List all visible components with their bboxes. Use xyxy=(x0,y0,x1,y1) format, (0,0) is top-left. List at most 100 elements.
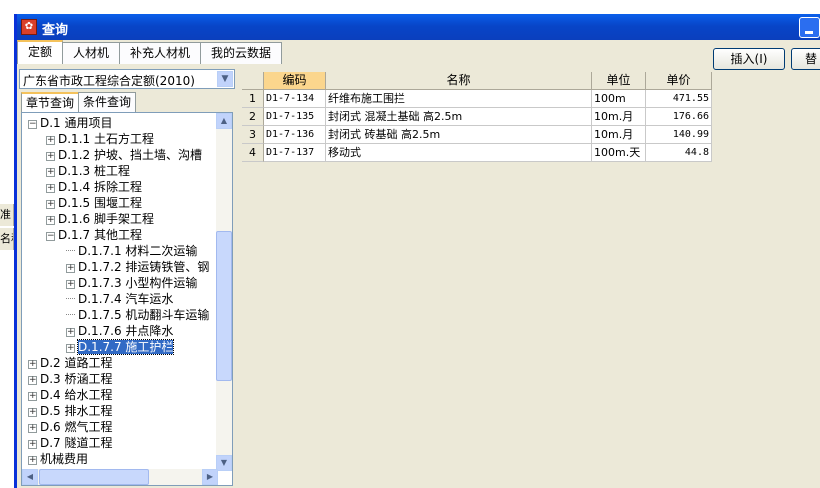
tree-item-label[interactable]: D.1.7.4 汽车运水 xyxy=(78,292,173,306)
quota-library-select[interactable]: 广东省市政工程综合定额(2010) ▼ xyxy=(19,69,235,89)
tree-item-label[interactable]: D.1.7.3 小型构件运输 xyxy=(78,276,197,290)
cell-unit[interactable]: 100m.天 xyxy=(592,144,646,162)
tree-item[interactable]: + 机械费用 xyxy=(28,451,88,467)
tree-item[interactable]: + D.1.7.7 施工护栏 xyxy=(66,339,175,355)
tree-item-label[interactable]: D.1.7.2 排运铸铁管、钢 xyxy=(78,260,209,274)
tree-item-label[interactable]: D.1.2 护坡、挡土墙、沟槽 xyxy=(58,148,202,162)
tree-vertical-scrollbar[interactable]: ▲ ▼ xyxy=(216,113,232,471)
tree-item[interactable]: − D.1.7 其他工程 xyxy=(46,227,142,243)
tree-item[interactable]: + D.1.7.2 排运铸铁管、钢 xyxy=(66,259,209,275)
tab-my-cloud-data[interactable]: 我的云数据 xyxy=(200,42,283,64)
tree-item-label[interactable]: D.1.3 桩工程 xyxy=(58,164,130,178)
cell-name[interactable]: 封闭式 混凝土基础 高2.5m xyxy=(326,108,592,126)
tree-item[interactable]: + D.2 道路工程 xyxy=(28,355,113,371)
tree-item[interactable]: − D.1 通用项目 xyxy=(28,115,113,131)
tree-item[interactable]: + D.6 燃气工程 xyxy=(28,419,113,435)
tree-item-label[interactable]: D.1.5 围堰工程 xyxy=(58,196,142,210)
cell-code[interactable]: D1-7-134 xyxy=(264,90,326,108)
table-row[interactable]: 4 D1-7-137 移动式 100m.天 44.8 xyxy=(242,144,712,162)
tree-item-label[interactable]: D.1.1 土石方工程 xyxy=(58,132,154,146)
scroll-thumb[interactable] xyxy=(216,231,232,381)
expand-icon[interactable]: + xyxy=(28,392,37,401)
tree-horizontal-scrollbar[interactable]: ◀ ▶ xyxy=(22,469,218,485)
minimize-button[interactable] xyxy=(799,17,820,38)
expand-icon[interactable]: + xyxy=(66,328,75,337)
tree-item[interactable]: + D.1.4 拆除工程 xyxy=(46,179,142,195)
row-number[interactable]: 3 xyxy=(242,126,264,144)
cell-unit[interactable]: 10m.月 xyxy=(592,126,646,144)
tree-item[interactable]: + D.1.2 护坡、挡土墙、沟槽 xyxy=(46,147,202,163)
expand-icon[interactable]: + xyxy=(28,440,37,449)
expand-icon[interactable]: + xyxy=(46,184,55,193)
cell-code[interactable]: D1-7-135 xyxy=(264,108,326,126)
chevron-down-icon[interactable]: ▼ xyxy=(217,71,233,87)
tree-item[interactable]: + D.1.6 脚手架工程 xyxy=(46,211,154,227)
row-number[interactable]: 1 xyxy=(242,90,264,108)
table-row[interactable]: 1 D1-7-134 纤维布施工围拦 100m 471.55 xyxy=(242,90,712,108)
chapter-tree[interactable]: − D.1 通用项目 + D.1.1 土石方工程 + D.1.2 护坡、挡土墙、沟槽 + D.… xyxy=(21,112,233,486)
expand-icon[interactable]: + xyxy=(28,456,37,465)
expand-icon[interactable]: + xyxy=(66,280,75,289)
tree-item-label[interactable]: D.1 通用项目 xyxy=(40,116,113,130)
table-row[interactable]: 2 D1-7-135 封闭式 混凝土基础 高2.5m 10m.月 176.66 xyxy=(242,108,712,126)
tree-item[interactable]: D.1.7.5 机动翻斗车运输 xyxy=(66,307,209,323)
row-number[interactable]: 2 xyxy=(242,108,264,126)
collapse-icon[interactable]: − xyxy=(46,232,55,241)
cell-price[interactable]: 140.99 xyxy=(646,126,712,144)
tree-item[interactable]: + D.1.7.6 井点降水 xyxy=(66,323,173,339)
tree-item-label[interactable]: D.1.6 脚手架工程 xyxy=(58,212,154,226)
tree-item[interactable]: + D.5 排水工程 xyxy=(28,403,113,419)
expand-icon[interactable]: + xyxy=(28,424,37,433)
expand-icon[interactable]: + xyxy=(28,408,37,417)
tree-item-label[interactable]: D.5 排水工程 xyxy=(40,404,113,418)
cell-name[interactable]: 封闭式 砖基础 高2.5m xyxy=(326,126,592,144)
tree-item-label[interactable]: D.1.7 其他工程 xyxy=(58,228,142,242)
cell-name[interactable]: 纤维布施工围拦 xyxy=(326,90,592,108)
tree-item-label[interactable]: D.3 桥涵工程 xyxy=(40,372,113,386)
tab-labor-material-machine[interactable]: 人材机 xyxy=(62,42,121,64)
tree-item[interactable]: + D.4 给水工程 xyxy=(28,387,113,403)
tree-item[interactable]: D.1.7.4 汽车运水 xyxy=(66,291,173,307)
tree-item-label[interactable]: D.4 给水工程 xyxy=(40,388,113,402)
column-header-unit[interactable]: 单位 xyxy=(592,72,646,90)
tree-item[interactable]: + D.1.3 桩工程 xyxy=(46,163,130,179)
cell-code[interactable]: D1-7-136 xyxy=(264,126,326,144)
tree-item-label[interactable]: D.1.7.1 材料二次运输 xyxy=(78,244,197,258)
expand-icon[interactable]: + xyxy=(46,216,55,225)
expand-icon[interactable]: + xyxy=(28,376,37,385)
tree-item[interactable]: D.1.7.1 材料二次运输 xyxy=(66,243,197,259)
column-header-price[interactable]: 单价 xyxy=(646,72,712,90)
tree-item-label[interactable]: D.1.7.7 施工护栏 xyxy=(76,339,175,355)
expand-icon[interactable]: + xyxy=(46,136,55,145)
row-number[interactable]: 4 xyxy=(242,144,264,162)
tree-item[interactable]: + D.1.1 土石方工程 xyxy=(46,131,154,147)
cell-unit[interactable]: 100m xyxy=(592,90,646,108)
tree-item[interactable]: + D.3 桥涵工程 xyxy=(28,371,113,387)
cell-name[interactable]: 移动式 xyxy=(326,144,592,162)
column-header-code[interactable]: 编码 xyxy=(264,72,326,90)
scroll-down-icon[interactable]: ▼ xyxy=(216,455,232,471)
cell-code[interactable]: D1-7-137 xyxy=(264,144,326,162)
tab-quota[interactable]: 定额 xyxy=(17,40,64,64)
collapse-icon[interactable]: − xyxy=(28,120,37,129)
expand-icon[interactable]: + xyxy=(28,360,37,369)
tree-item-label[interactable]: D.1.7.5 机动翻斗车运输 xyxy=(78,308,209,322)
tab-condition-query[interactable]: 条件查询 xyxy=(78,92,137,112)
cell-price[interactable]: 176.66 xyxy=(646,108,712,126)
tree-item-label[interactable]: D.2 道路工程 xyxy=(40,356,113,370)
table-row[interactable]: 3 D1-7-136 封闭式 砖基础 高2.5m 10m.月 140.99 xyxy=(242,126,712,144)
scroll-thumb[interactable] xyxy=(39,469,149,485)
tree-item[interactable]: + D.7 隧道工程 xyxy=(28,435,113,451)
tree-item-label[interactable]: D.1.7.6 井点降水 xyxy=(78,324,173,338)
scroll-left-icon[interactable]: ◀ xyxy=(22,469,38,485)
tree-item-label[interactable]: D.7 隧道工程 xyxy=(40,436,113,450)
column-header-name[interactable]: 名称 xyxy=(326,72,592,90)
tree-item-label[interactable]: 机械费用 xyxy=(40,452,88,466)
expand-icon[interactable]: + xyxy=(46,168,55,177)
cell-unit[interactable]: 10m.月 xyxy=(592,108,646,126)
tree-item[interactable]: + D.1.7.3 小型构件运输 xyxy=(66,275,197,291)
cell-price[interactable]: 471.55 xyxy=(646,90,712,108)
tree-item-label[interactable]: D.6 燃气工程 xyxy=(40,420,113,434)
tree-item-label[interactable]: D.1.4 拆除工程 xyxy=(58,180,142,194)
cell-price[interactable]: 44.8 xyxy=(646,144,712,162)
